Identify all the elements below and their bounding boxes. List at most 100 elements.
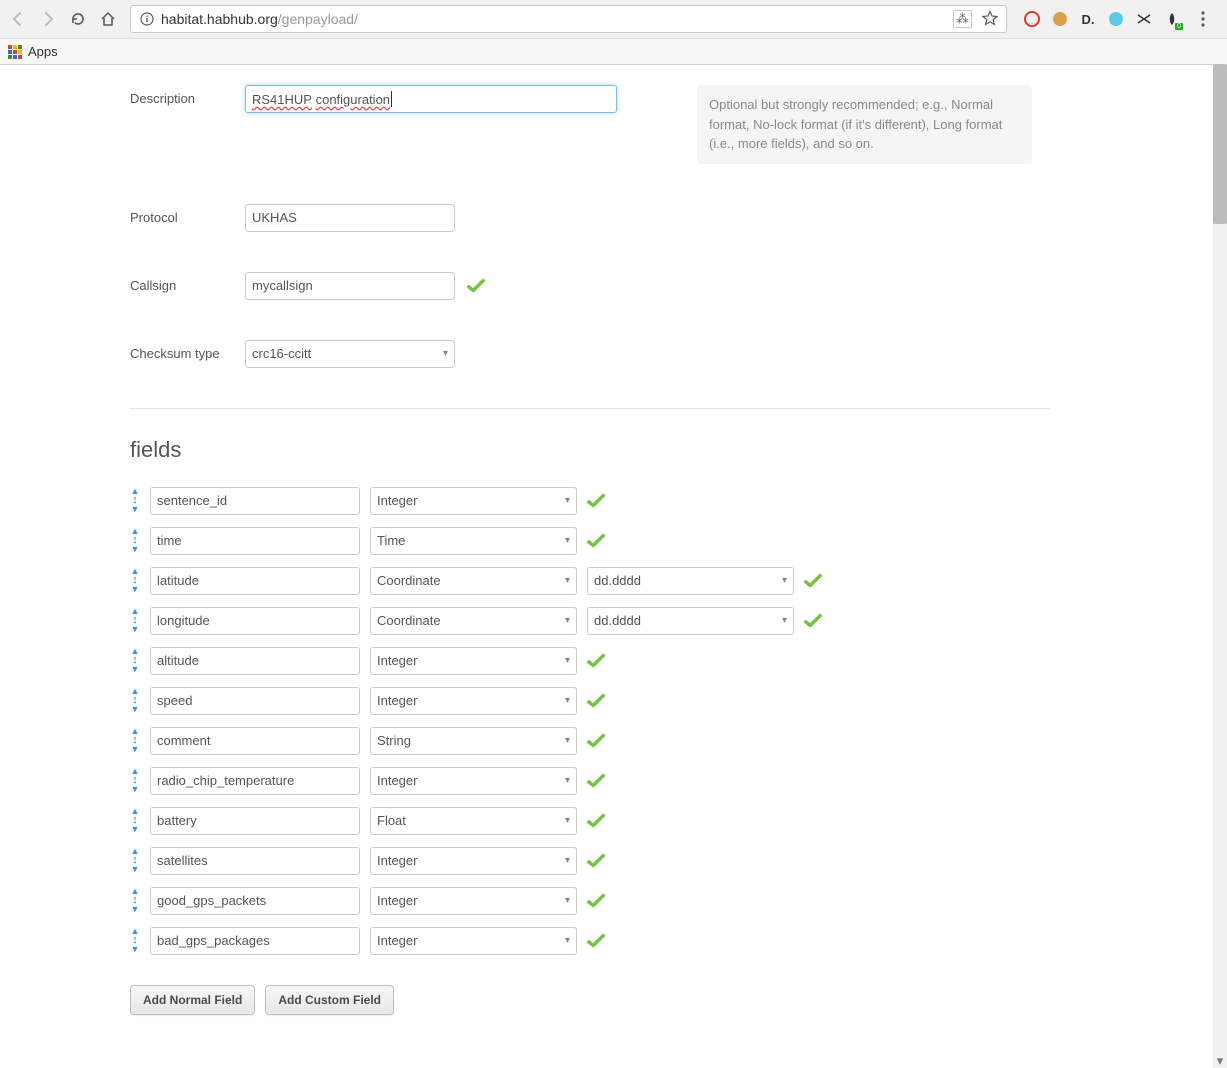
field-type-select[interactable]: Integer <box>370 927 577 955</box>
checksum-select[interactable]: crc16-ccitt <box>245 340 455 368</box>
field-type-select[interactable]: Integer <box>370 647 577 675</box>
ext-icon-1[interactable] <box>1023 10 1041 28</box>
field-name-input[interactable] <box>150 687 360 715</box>
ext-icon-5[interactable] <box>1135 10 1153 28</box>
field-name-input[interactable] <box>150 927 360 955</box>
field-type-value: Float <box>377 813 406 828</box>
drag-handle[interactable]: ▲↕▼ <box>130 887 140 914</box>
check-icon <box>587 532 605 550</box>
field-name-input[interactable] <box>150 807 360 835</box>
field-type-value: Integer <box>377 693 417 708</box>
field-type-select[interactable]: Integer <box>370 887 577 915</box>
field-name-input[interactable] <box>150 887 360 915</box>
address-bar[interactable]: habitat.habhub.org/genpayload/ ⁂ <box>130 5 1007 33</box>
browser-toolbar: habitat.habhub.org/genpayload/ ⁂ D. 0 <box>0 0 1227 38</box>
field-type-value: Integer <box>377 773 417 788</box>
field-name-input[interactable] <box>150 527 360 555</box>
field-type-value: Integer <box>377 893 417 908</box>
field-type-select[interactable]: Integer <box>370 847 577 875</box>
callsign-input[interactable] <box>245 272 455 300</box>
field-format-select[interactable]: dd.dddd <box>587 567 794 595</box>
field-type-select[interactable]: Coordinate <box>370 607 577 635</box>
help-description: Optional but strongly recommended; e.g.,… <box>697 85 1032 164</box>
check-icon <box>587 492 605 510</box>
field-type-select[interactable]: Coordinate <box>370 567 577 595</box>
protocol-input[interactable] <box>245 204 455 232</box>
field-type-select[interactable]: Integer <box>370 767 577 795</box>
field-type-value: String <box>377 733 411 748</box>
check-icon <box>587 732 605 750</box>
field-name-input[interactable] <box>150 567 360 595</box>
field-name-input[interactable] <box>150 607 360 635</box>
bookmark-bar: Apps <box>0 38 1227 64</box>
label-callsign: Callsign <box>130 272 245 293</box>
field-type-value: Integer <box>377 853 417 868</box>
field-name-input[interactable] <box>150 647 360 675</box>
field-format-value: dd.dddd <box>594 613 641 628</box>
check-icon <box>587 772 605 790</box>
field-format-select[interactable]: dd.dddd <box>587 607 794 635</box>
check-icon <box>587 652 605 670</box>
back-button[interactable] <box>6 7 30 31</box>
field-name-input[interactable] <box>150 727 360 755</box>
apps-grid-icon <box>8 45 22 59</box>
drag-handle[interactable]: ▲↕▼ <box>130 567 140 594</box>
address-bar-right: ⁂ <box>953 10 998 29</box>
field-row: ▲↕▼ Coordinate dd.dddd <box>130 567 1050 595</box>
scrollbar-down-button[interactable]: ▾ <box>1213 1054 1227 1068</box>
check-icon <box>587 812 605 830</box>
menu-button[interactable] <box>1191 7 1215 31</box>
browser-chrome: habitat.habhub.org/genpayload/ ⁂ D. 0 <box>0 0 1227 65</box>
field-row: ▲↕▼ Integer <box>130 767 1050 795</box>
fields-heading: fields <box>130 437 1050 463</box>
drag-handle[interactable]: ▲↕▼ <box>130 647 140 674</box>
apps-label: Apps <box>28 44 58 59</box>
field-row: ▲↕▼ Integer <box>130 927 1050 955</box>
description-value-p2: configuration <box>316 92 390 107</box>
ext-icon-3[interactable]: D. <box>1079 10 1097 28</box>
check-icon <box>587 852 605 870</box>
apps-button[interactable]: Apps <box>8 44 58 59</box>
add-normal-field-button[interactable]: Add Normal Field <box>130 985 255 1015</box>
drag-handle[interactable]: ▲↕▼ <box>130 527 140 554</box>
description-value-p1: RS41HUP <box>252 92 312 107</box>
drag-handle[interactable]: ▲↕▼ <box>130 807 140 834</box>
home-button[interactable] <box>96 7 120 31</box>
reload-button[interactable] <box>66 7 90 31</box>
drag-handle[interactable]: ▲↕▼ <box>130 727 140 754</box>
description-input[interactable]: RS41HUP configuration <box>245 85 617 113</box>
add-custom-field-button[interactable]: Add Custom Field <box>265 985 394 1015</box>
field-name-input[interactable] <box>150 847 360 875</box>
ext-icon-2[interactable] <box>1051 10 1069 28</box>
ext-icon-4[interactable] <box>1107 10 1125 28</box>
url-text: habitat.habhub.org/genpayload/ <box>161 11 953 27</box>
check-icon <box>587 932 605 950</box>
ext-icon-6[interactable]: 0 <box>1163 10 1181 28</box>
info-icon[interactable] <box>139 11 155 27</box>
drag-handle[interactable]: ▲↕▼ <box>130 767 140 794</box>
fields-list: ▲↕▼Integer▲↕▼Time▲↕▼Coordinatedd.dddd▲↕▼… <box>130 487 1050 955</box>
field-name-input[interactable] <box>150 487 360 515</box>
drag-handle[interactable]: ▲↕▼ <box>130 847 140 874</box>
field-type-value: Coordinate <box>377 573 441 588</box>
field-type-select[interactable]: Time <box>370 527 577 555</box>
row-protocol: Protocol <box>130 204 1050 232</box>
drag-handle[interactable]: ▲↕▼ <box>130 487 140 514</box>
row-checksum: Checksum type crc16-ccitt <box>130 340 1050 368</box>
translate-icon[interactable]: ⁂ <box>953 10 972 28</box>
field-type-value: Time <box>377 533 405 548</box>
drag-handle[interactable]: ▲↕▼ <box>130 927 140 954</box>
field-type-select[interactable]: String <box>370 727 577 755</box>
field-type-select[interactable]: Float <box>370 807 577 835</box>
label-description: Description <box>130 85 245 106</box>
field-name-input[interactable] <box>150 767 360 795</box>
check-icon <box>587 692 605 710</box>
field-type-select[interactable]: Integer <box>370 687 577 715</box>
drag-handle[interactable]: ▲↕▼ <box>130 687 140 714</box>
field-type-select[interactable]: Integer <box>370 487 577 515</box>
drag-handle[interactable]: ▲↕▼ <box>130 607 140 634</box>
field-row: ▲↕▼ Integer <box>130 487 1050 515</box>
field-type-value: Coordinate <box>377 613 441 628</box>
forward-button[interactable] <box>36 7 60 31</box>
star-icon[interactable] <box>982 10 998 29</box>
